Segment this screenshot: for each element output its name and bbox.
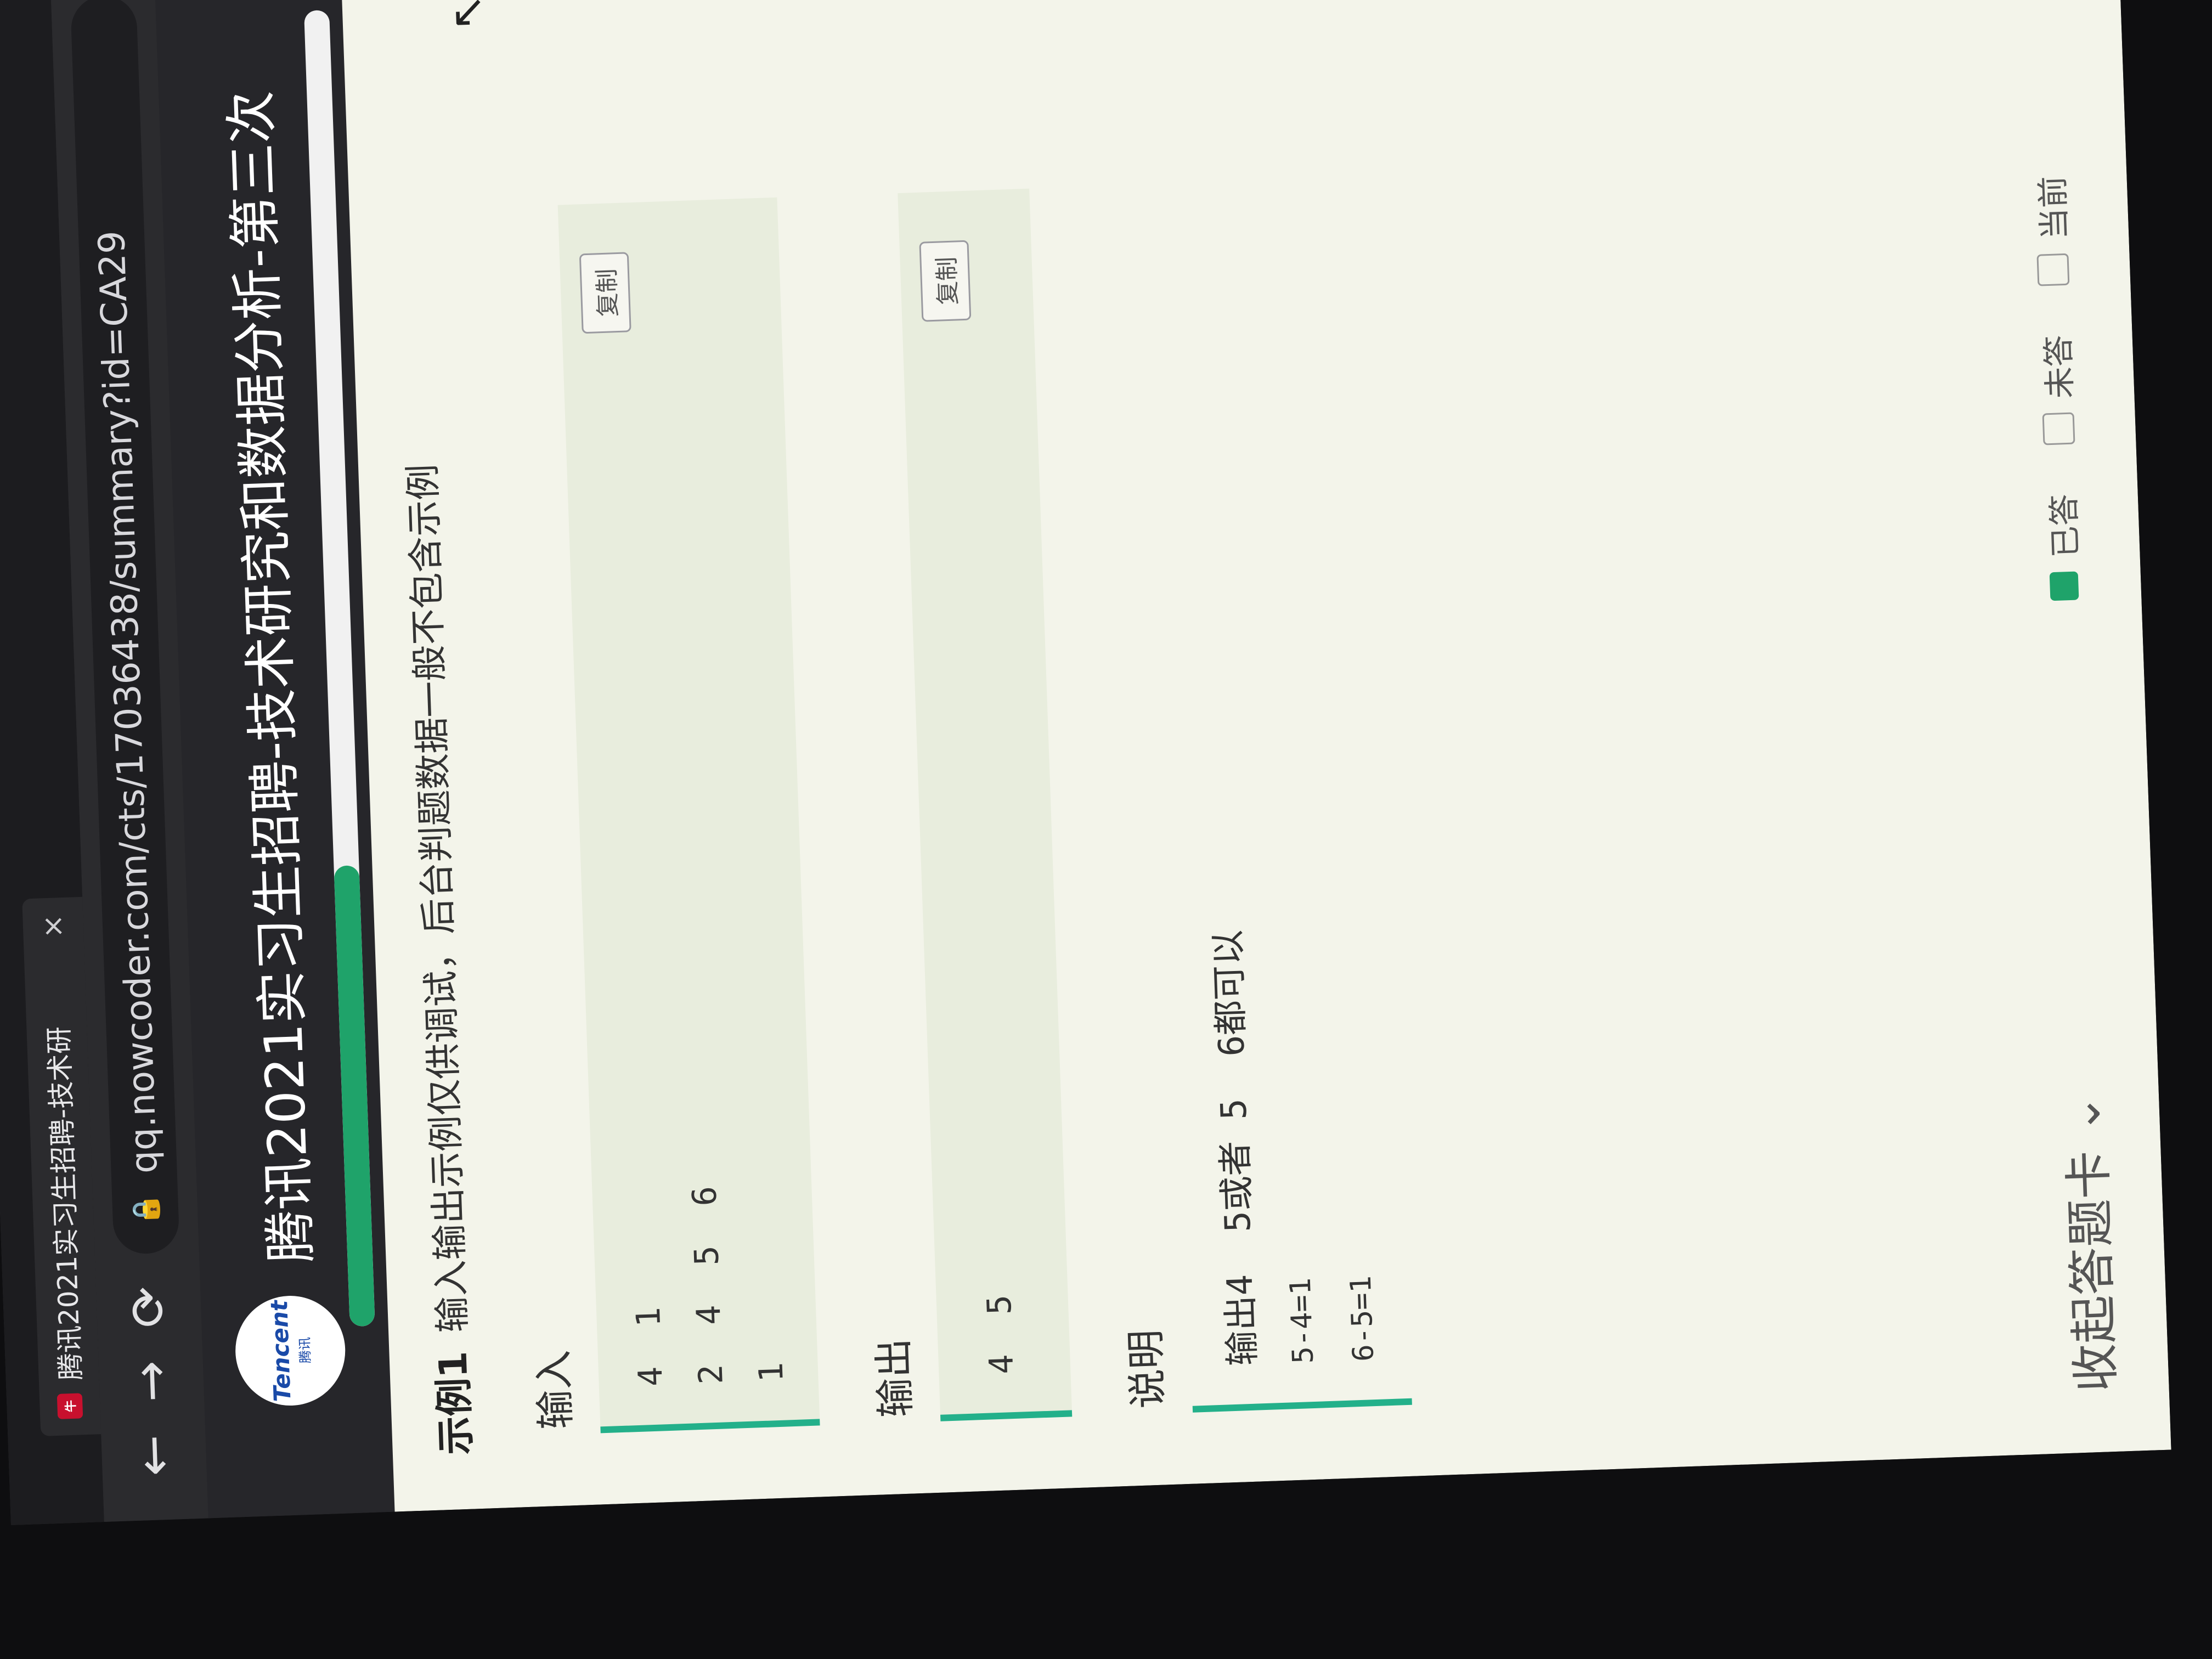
tencent-logo: Tencent 腾讯 bbox=[233, 1294, 347, 1408]
copy-output-button[interactable]: 复制 bbox=[919, 240, 972, 322]
question-content: ↖ 示例1 输入输出示例仅供调试，后台判题数据一般不包含示例 输入 4 1 2 … bbox=[339, 0, 2171, 1512]
logo-text: Tencent bbox=[266, 1300, 296, 1402]
output-block: 4 5 复制 bbox=[898, 188, 1073, 1421]
legend-unanswered: 未答 bbox=[2033, 334, 2083, 445]
explain-label: 说明 bbox=[1122, 1329, 1171, 1409]
exam-title: 腾讯2021实习生招聘-技术研究和数据分析-第三次 bbox=[220, 89, 323, 1264]
unanswered-swatch-icon bbox=[2042, 412, 2075, 445]
answer-card-bar: 收起答题卡 ⌄ 已答 未答 当前 bbox=[1962, 0, 2171, 1455]
logo-subtext: 腾讯 bbox=[297, 1336, 314, 1364]
reload-icon[interactable]: ⟳ bbox=[119, 1285, 178, 1329]
legend-label: 未答 bbox=[2039, 334, 2079, 399]
example-note: 输入输出示例仅供调试，后台判题数据一般不包含示例 bbox=[401, 463, 475, 1334]
legend-label: 当前 bbox=[2034, 175, 2074, 240]
explain-block: 输出4 5或者 5 6都可以 5-4=1 6-5=1 bbox=[1149, 177, 1412, 1413]
output-line: 4 5 bbox=[980, 1294, 1022, 1375]
collapse-answer-card-button[interactable]: 收起答题卡 ⌄ bbox=[2047, 1093, 2127, 1393]
browser-window: 牛 腾讯2021实习生招聘-技术研 × ← → ⟳ 🔒 qq.nowcoder.… bbox=[0, 0, 2171, 1525]
legend-current: 当前 bbox=[2027, 176, 2076, 287]
copy-input-button[interactable]: 复制 bbox=[579, 252, 631, 334]
legend-label: 已答 bbox=[2045, 493, 2085, 558]
answered-swatch-icon bbox=[2049, 571, 2079, 601]
current-swatch-icon bbox=[2036, 253, 2070, 286]
input-label: 输入 bbox=[530, 1349, 579, 1430]
mouse-cursor-icon: ↖ bbox=[441, 0, 493, 32]
example-label: 示例1 bbox=[430, 1350, 479, 1456]
site-favicon-icon: 牛 bbox=[57, 1393, 83, 1419]
collapse-answer-card-label: 收起答题卡 bbox=[2059, 1149, 2125, 1393]
example-heading: 示例1 输入输出示例仅供调试，后台判题数据一般不包含示例 bbox=[391, 463, 481, 1455]
url-text: qq.nowcoder.com/cts/17036438/summary?id=… bbox=[90, 230, 166, 1175]
tab-close-icon[interactable]: × bbox=[36, 914, 70, 939]
forward-arrow-icon[interactable]: → bbox=[122, 1359, 181, 1403]
back-arrow-icon[interactable]: ← bbox=[124, 1434, 183, 1477]
exam-progress-fill bbox=[334, 865, 375, 1327]
answer-legend: 已答 未答 当前 bbox=[2027, 176, 2087, 602]
lock-icon: 🔒 bbox=[129, 1193, 162, 1227]
input-block: 4 1 2 4 5 6 1 复制 bbox=[557, 197, 820, 1434]
tab-title: 腾讯2021实习生招聘-技术研 bbox=[43, 1026, 87, 1381]
output-label: 输出 bbox=[870, 1338, 919, 1419]
chevron-down-icon: ⌄ bbox=[2053, 1093, 2112, 1136]
legend-answered: 已答 bbox=[2038, 493, 2088, 601]
